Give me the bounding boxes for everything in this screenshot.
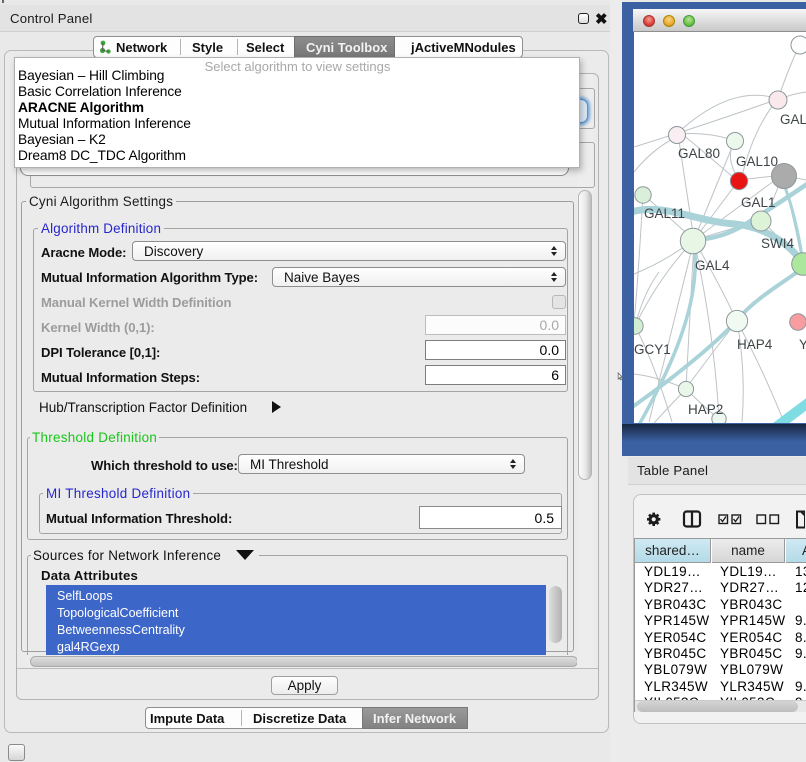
svg-text:HAP2: HAP2 [688,402,723,417]
svg-text:GCY1: GCY1 [634,342,671,357]
svg-text:SWI4: SWI4 [761,236,794,251]
svg-text:GAL11: GAL11 [644,206,685,221]
svg-text:GAL4: GAL4 [695,258,730,273]
svg-text:GAL: GAL [780,112,806,127]
svg-text:GAL1: GAL1 [741,195,776,210]
svg-text:GAL80: GAL80 [678,146,720,161]
svg-text:HAP4: HAP4 [737,337,773,352]
svg-text:Y: Y [799,337,806,352]
svg-text:GAL10: GAL10 [736,154,778,169]
